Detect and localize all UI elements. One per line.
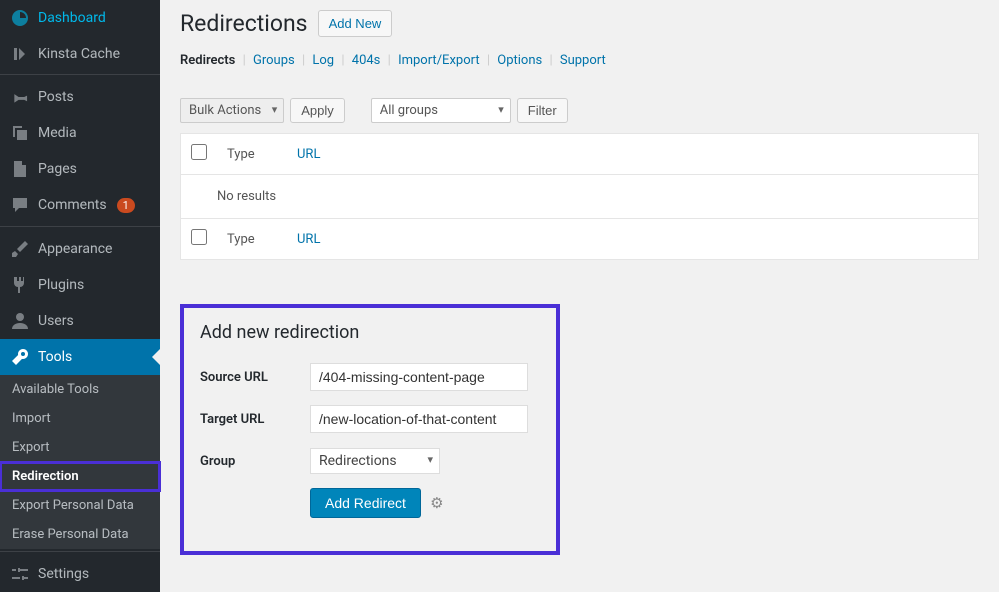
menu-separator [0, 72, 160, 75]
sidebar-label: Dashboard [38, 10, 106, 26]
wrench-icon [10, 347, 30, 367]
media-icon [10, 123, 30, 143]
group-filter-select[interactable]: All groups [371, 98, 511, 123]
sidebar-item-appearance[interactable]: Appearance [0, 231, 160, 267]
dashboard-icon [10, 8, 30, 28]
tab-support[interactable]: Support [560, 53, 606, 68]
actions-row: Bulk Actions Apply All groups Filter [180, 98, 979, 123]
sidebar-label: Kinsta Cache [38, 46, 120, 62]
tab-404s[interactable]: 404s [352, 53, 381, 68]
kinsta-icon [10, 44, 30, 64]
plug-icon [10, 275, 30, 295]
tab-nav: Redirects | Groups | Log | 404s | Import… [180, 53, 979, 68]
comment-icon [10, 195, 30, 215]
menu-separator [0, 223, 160, 226]
sidebar-item-posts[interactable]: Posts [0, 79, 160, 115]
group-select[interactable]: Redirections [310, 448, 440, 474]
redirects-table: Type URL No results Type URL [180, 133, 979, 260]
gear-icon[interactable]: ⚙ [430, 494, 443, 512]
sidebar-label: Tools [38, 349, 72, 365]
sidebar-label: Posts [38, 89, 74, 105]
add-redirection-form: Add new redirection Source URL Target UR… [180, 304, 560, 555]
tab-import-export[interactable]: Import/Export [398, 53, 480, 68]
admin-sidebar: Dashboard Kinsta Cache Posts Media Pages… [0, 0, 160, 592]
tab-groups[interactable]: Groups [253, 53, 295, 68]
col-url-header[interactable]: URL [297, 147, 320, 162]
user-icon [10, 311, 30, 331]
sidebar-label: Pages [38, 161, 77, 177]
sidebar-item-pages[interactable]: Pages [0, 151, 160, 187]
sidebar-item-plugins[interactable]: Plugins [0, 267, 160, 303]
form-heading: Add new redirection [200, 322, 540, 343]
select-all-checkbox[interactable] [191, 144, 207, 160]
sidebar-item-kinsta-cache[interactable]: Kinsta Cache [0, 36, 160, 72]
add-redirect-button[interactable]: Add Redirect [310, 488, 421, 518]
menu-separator [0, 549, 160, 552]
sidebar-label: Comments [38, 197, 107, 213]
col-type-header: Type [217, 134, 287, 175]
col-url-footer[interactable]: URL [297, 232, 320, 247]
tab-log[interactable]: Log [312, 53, 334, 68]
sidebar-label: Plugins [38, 277, 84, 293]
page-title: Redirections [180, 10, 308, 37]
select-all-checkbox-bottom[interactable] [191, 229, 207, 245]
submenu-import[interactable]: Import [0, 404, 160, 433]
sidebar-item-media[interactable]: Media [0, 115, 160, 151]
submenu-export[interactable]: Export [0, 433, 160, 462]
filter-button[interactable]: Filter [517, 98, 568, 123]
comments-badge: 1 [117, 198, 135, 213]
add-new-button[interactable]: Add New [318, 10, 393, 37]
target-url-input[interactable] [310, 405, 528, 433]
sidebar-label: Media [38, 125, 77, 141]
main-content: Redirections Add New Redirects | Groups … [160, 0, 999, 592]
sidebar-item-dashboard[interactable]: Dashboard [0, 0, 160, 36]
submenu-erase-personal-data[interactable]: Erase Personal Data [0, 520, 160, 549]
target-url-label: Target URL [200, 412, 310, 427]
tab-redirects[interactable]: Redirects [180, 53, 235, 68]
group-label: Group [200, 454, 310, 469]
source-url-label: Source URL [200, 370, 310, 385]
apply-button[interactable]: Apply [290, 98, 345, 123]
submenu-export-personal-data[interactable]: Export Personal Data [0, 491, 160, 520]
brush-icon [10, 239, 30, 259]
bulk-actions-select[interactable]: Bulk Actions [180, 98, 284, 123]
no-results-cell: No results [181, 175, 979, 219]
sidebar-label: Settings [38, 566, 89, 582]
pin-icon [10, 87, 30, 107]
source-url-input[interactable] [310, 363, 528, 391]
sidebar-item-users[interactable]: Users [0, 303, 160, 339]
tab-options[interactable]: Options [497, 53, 542, 68]
sidebar-item-tools[interactable]: Tools [0, 339, 160, 375]
sidebar-item-comments[interactable]: Comments 1 [0, 187, 160, 223]
submenu-redirection[interactable]: Redirection [0, 462, 160, 491]
col-type-footer: Type [217, 219, 287, 260]
page-header: Redirections Add New [180, 10, 979, 37]
submenu-available-tools[interactable]: Available Tools [0, 375, 160, 404]
tools-submenu: Available Tools Import Export Redirectio… [0, 375, 160, 549]
sliders-icon [10, 564, 30, 584]
sidebar-label: Appearance [38, 241, 112, 257]
pages-icon [10, 159, 30, 179]
sidebar-item-settings[interactable]: Settings [0, 556, 160, 592]
sidebar-label: Users [38, 313, 74, 329]
